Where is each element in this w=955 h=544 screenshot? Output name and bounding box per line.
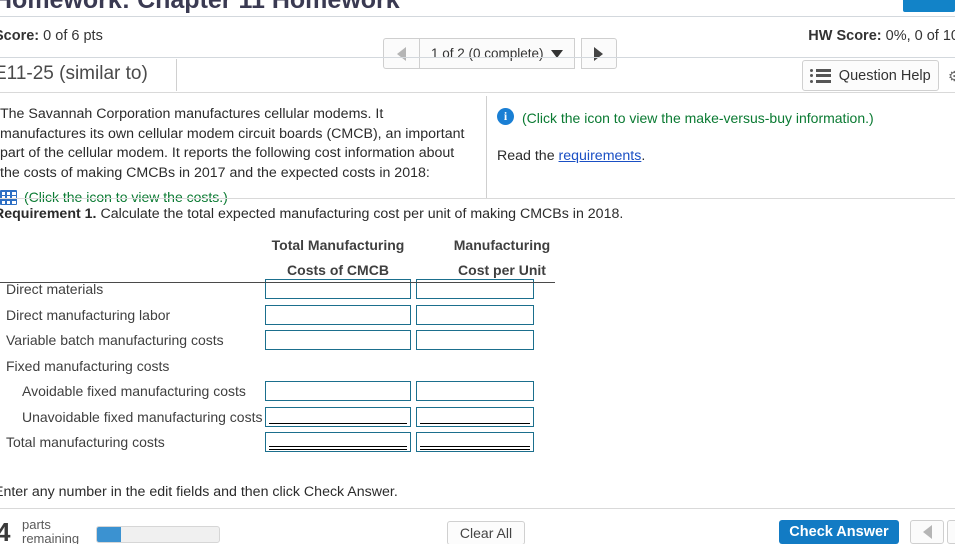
total-rule bbox=[269, 446, 407, 450]
col1-line1: Total Manufacturing bbox=[271, 237, 405, 253]
read-requirements-row: Read the requirements. bbox=[497, 146, 947, 166]
unit-cost-input[interactable] bbox=[416, 330, 534, 350]
score-value: 0 of 6 pts bbox=[43, 28, 103, 44]
page-title-strip: Homework: Chapter 11 Homework bbox=[0, 0, 955, 16]
column-header-total-cost: Total Manufacturing Costs of CMCB bbox=[248, 233, 428, 283]
hw-score-display: HW Score: 0%, 0 of 10 bbox=[808, 28, 955, 44]
unit-cost-input[interactable] bbox=[416, 304, 534, 325]
row-label: Variable batch manufacturing costs bbox=[6, 332, 224, 348]
row-label: Unavoidable fixed manufacturing costs bbox=[22, 408, 263, 425]
requirement-text: Requirement 1. Calculate the total expec… bbox=[0, 206, 623, 222]
progress-bar bbox=[96, 526, 220, 543]
question-help-button[interactable]: Question Help bbox=[802, 60, 939, 91]
problem-paragraph: The Savannah Corporation manufactures ce… bbox=[0, 106, 465, 181]
exercise-bar-divider bbox=[0, 92, 955, 93]
requirements-link[interactable]: requirements bbox=[559, 148, 642, 164]
table-row: Direct manufacturing labor bbox=[0, 304, 560, 330]
column-header-unit-cost: Manufacturing Cost per Unit bbox=[412, 233, 592, 283]
row-label: Direct manufacturing labor bbox=[6, 306, 171, 323]
answer-table: Total Manufacturing Costs of CMCB Manufa… bbox=[0, 233, 560, 457]
table-row: Total manufacturing costs bbox=[0, 431, 560, 457]
score-display: Score: 0 of 6 pts bbox=[0, 28, 103, 44]
col2-line1: Manufacturing bbox=[453, 237, 551, 253]
row-label: Total manufacturing costs bbox=[6, 434, 165, 450]
requirement-body: Calculate the total expected manufacturi… bbox=[96, 206, 624, 222]
read-prefix: Read the bbox=[497, 148, 559, 164]
table-row: Avoidable fixed manufacturing costs bbox=[0, 380, 560, 406]
page-title: Homework: Chapter 11 Homework bbox=[0, 0, 400, 14]
table-row: Variable batch manufacturing costs bbox=[0, 329, 560, 355]
gear-icon[interactable]: ⚙ bbox=[948, 68, 955, 84]
clear-all-button[interactable]: Clear All bbox=[447, 521, 525, 544]
hw-score-label: HW Score: bbox=[808, 28, 882, 44]
problem-statement-panel: The Savannah Corporation manufactures ce… bbox=[0, 105, 481, 208]
table-header-rule bbox=[0, 282, 555, 283]
row-label: Fixed manufacturing costs bbox=[6, 357, 170, 374]
progress-bar-fill bbox=[97, 527, 122, 542]
exercise-divider bbox=[176, 59, 177, 91]
total-cost-input[interactable] bbox=[265, 381, 411, 401]
table-row: Unavoidable fixed manufacturing costs bbox=[0, 406, 560, 432]
subtotal-rule bbox=[420, 422, 530, 424]
info-icon[interactable]: i bbox=[497, 108, 514, 125]
total-cost-input[interactable] bbox=[265, 330, 411, 350]
exercise-id: E11-25 (similar to) bbox=[0, 63, 148, 84]
makebuy-link-label[interactable]: (Click the icon to view the make-versus-… bbox=[522, 108, 874, 128]
footer-divider bbox=[0, 508, 955, 509]
total-cost-input[interactable] bbox=[265, 304, 411, 325]
parts-remaining-count: 4 bbox=[0, 517, 11, 544]
row-label: Direct materials bbox=[6, 281, 104, 297]
list-icon bbox=[810, 68, 831, 83]
makebuy-link-row[interactable]: i (Click the icon to view the make-versu… bbox=[497, 108, 947, 128]
question-help-label: Question Help bbox=[838, 67, 931, 84]
read-suffix: . bbox=[641, 148, 646, 164]
score-bar: Score: 0 of 6 pts 1 of 2 (0 complete) HW… bbox=[0, 17, 955, 69]
triangle-left-icon bbox=[922, 525, 932, 539]
unit-cost-input[interactable] bbox=[416, 381, 534, 401]
panel-divider bbox=[486, 96, 487, 198]
footer-next-button[interactable] bbox=[947, 520, 955, 544]
subtotal-rule bbox=[269, 422, 407, 424]
score-label: Score: bbox=[0, 28, 40, 44]
header-action-button[interactable] bbox=[903, 0, 955, 12]
requirement-label: Requirement 1. bbox=[0, 206, 97, 222]
table-row: Fixed manufacturing costs bbox=[0, 355, 560, 381]
row-label: Avoidable fixed manufacturing costs bbox=[22, 383, 246, 399]
problem-panel-divider bbox=[0, 198, 955, 199]
check-answer-button[interactable]: Check Answer bbox=[779, 520, 899, 544]
table-header: Total Manufacturing Costs of CMCB Manufa… bbox=[0, 233, 560, 278]
homework-page: Homework: Chapter 11 Homework Score: 0 o… bbox=[0, 0, 955, 544]
parts-remaining-label: parts remaining bbox=[22, 517, 80, 544]
problem-info-panel: i (Click the icon to view the make-versu… bbox=[497, 108, 947, 166]
hw-score-value: 0%, 0 of 10 bbox=[885, 28, 955, 44]
footer-prev-button[interactable] bbox=[910, 520, 944, 544]
total-rule bbox=[420, 446, 530, 450]
hint-text: Enter any number in the edit fields and … bbox=[0, 484, 398, 500]
table-body: Direct materials Direct manufacturing lab… bbox=[0, 278, 560, 457]
